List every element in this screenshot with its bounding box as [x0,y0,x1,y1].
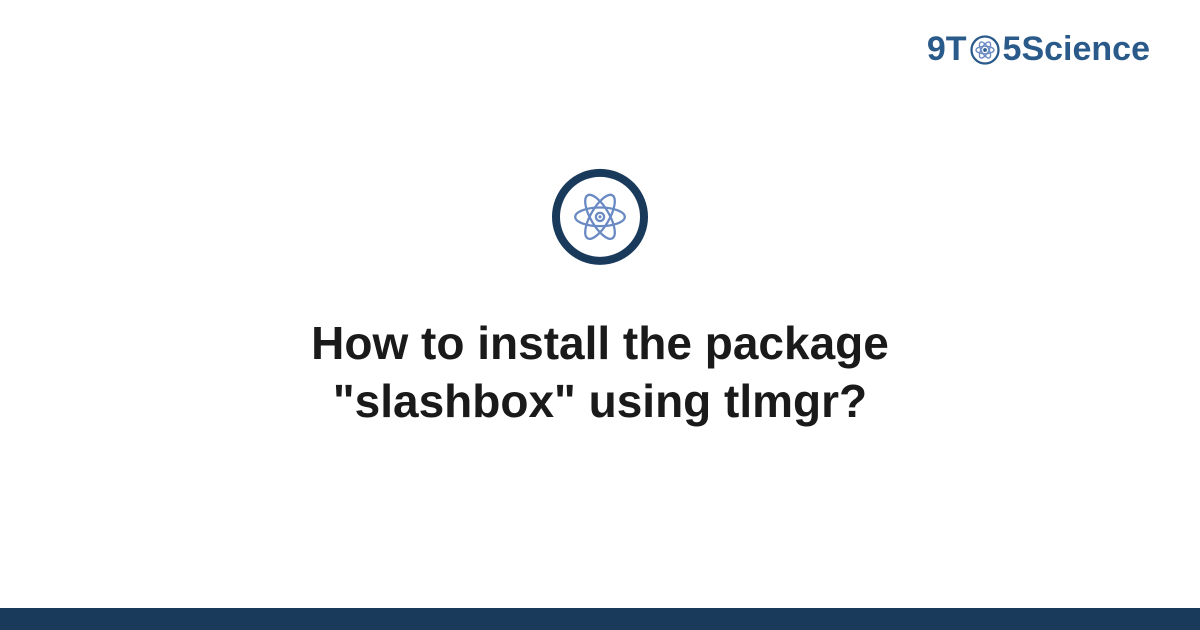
brand-prefix: 9T [927,30,967,69]
footer-bar [0,608,1200,630]
question-title: How to install the package "slashbox" us… [150,315,1050,430]
atom-icon [569,186,631,248]
atom-icon [968,33,1002,67]
main-content: How to install the package "slashbox" us… [0,169,1200,430]
atom-badge [552,169,648,265]
brand-suffix: 5Science [1003,30,1150,69]
brand-logo: 9T 5Science [927,30,1150,69]
